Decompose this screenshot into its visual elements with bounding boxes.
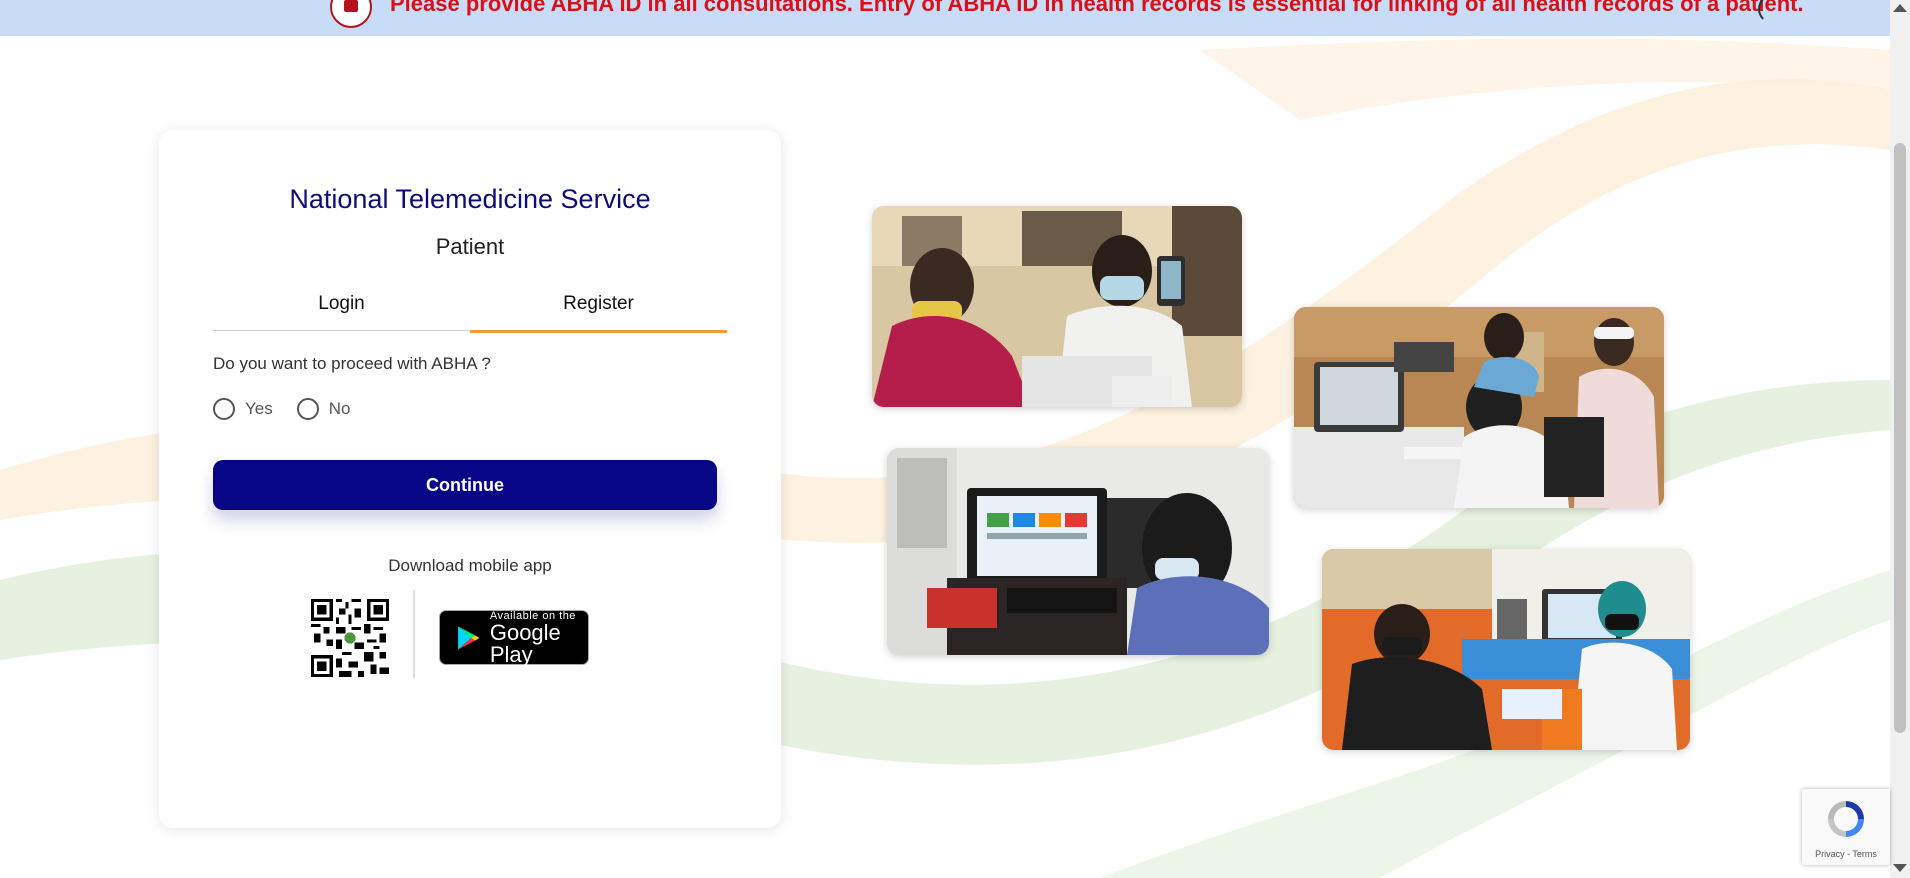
photo-consultation-room [1294, 307, 1664, 508]
abha-radio-group: Yes No [213, 398, 374, 420]
recaptcha-badge[interactable]: Privacy - Terms [1802, 789, 1890, 865]
auth-card: National Telemedicine Service Patient Lo… [159, 130, 781, 828]
announcement-text: Please provide ABHA ID in all consultati… [390, 0, 1804, 16]
google-play-big-text: Google Play [489, 619, 561, 667]
scroll-up-arrow-icon[interactable] [1893, 4, 1907, 12]
photo-teleconsult-phone [872, 206, 1242, 407]
radio-yes[interactable]: Yes [213, 398, 273, 420]
tab-login[interactable]: Login [213, 278, 470, 331]
radio-no[interactable]: No [296, 398, 351, 420]
google-play-icon [458, 626, 480, 649]
radio-no-label: No [328, 399, 351, 418]
recaptcha-links[interactable]: Privacy - Terms [1802, 849, 1890, 859]
google-play-button[interactable]: Available on the Google Play [439, 610, 589, 665]
radio-no-circle[interactable] [296, 398, 319, 420]
loading-icon [1758, 0, 1788, 24]
qr-code-icon [311, 599, 389, 677]
scroll-down-arrow-icon[interactable] [1893, 864, 1907, 872]
continue-button[interactable]: Continue [213, 460, 717, 510]
photo-diagnostic-check [1322, 549, 1690, 750]
recaptcha-icon [1828, 801, 1864, 837]
scrollbar-thumb[interactable] [1894, 143, 1906, 733]
page-subtitle: Patient [435, 234, 505, 259]
photo-computer-workstation [887, 448, 1269, 655]
download-app-text: Download mobile app [388, 556, 552, 575]
auth-tabs: Login Register [213, 278, 728, 333]
announcement-banner: Please provide ABHA ID in all consultati… [0, 0, 1890, 36]
emblem-icon [330, 0, 372, 28]
page-title: National Telemedicine Service [289, 184, 651, 214]
radio-yes-circle[interactable] [213, 398, 235, 420]
divider [413, 590, 415, 678]
tab-register[interactable]: Register [470, 278, 727, 333]
radio-yes-label: Yes [245, 399, 273, 418]
abha-question: Do you want to proceed with ABHA ? [213, 354, 491, 373]
